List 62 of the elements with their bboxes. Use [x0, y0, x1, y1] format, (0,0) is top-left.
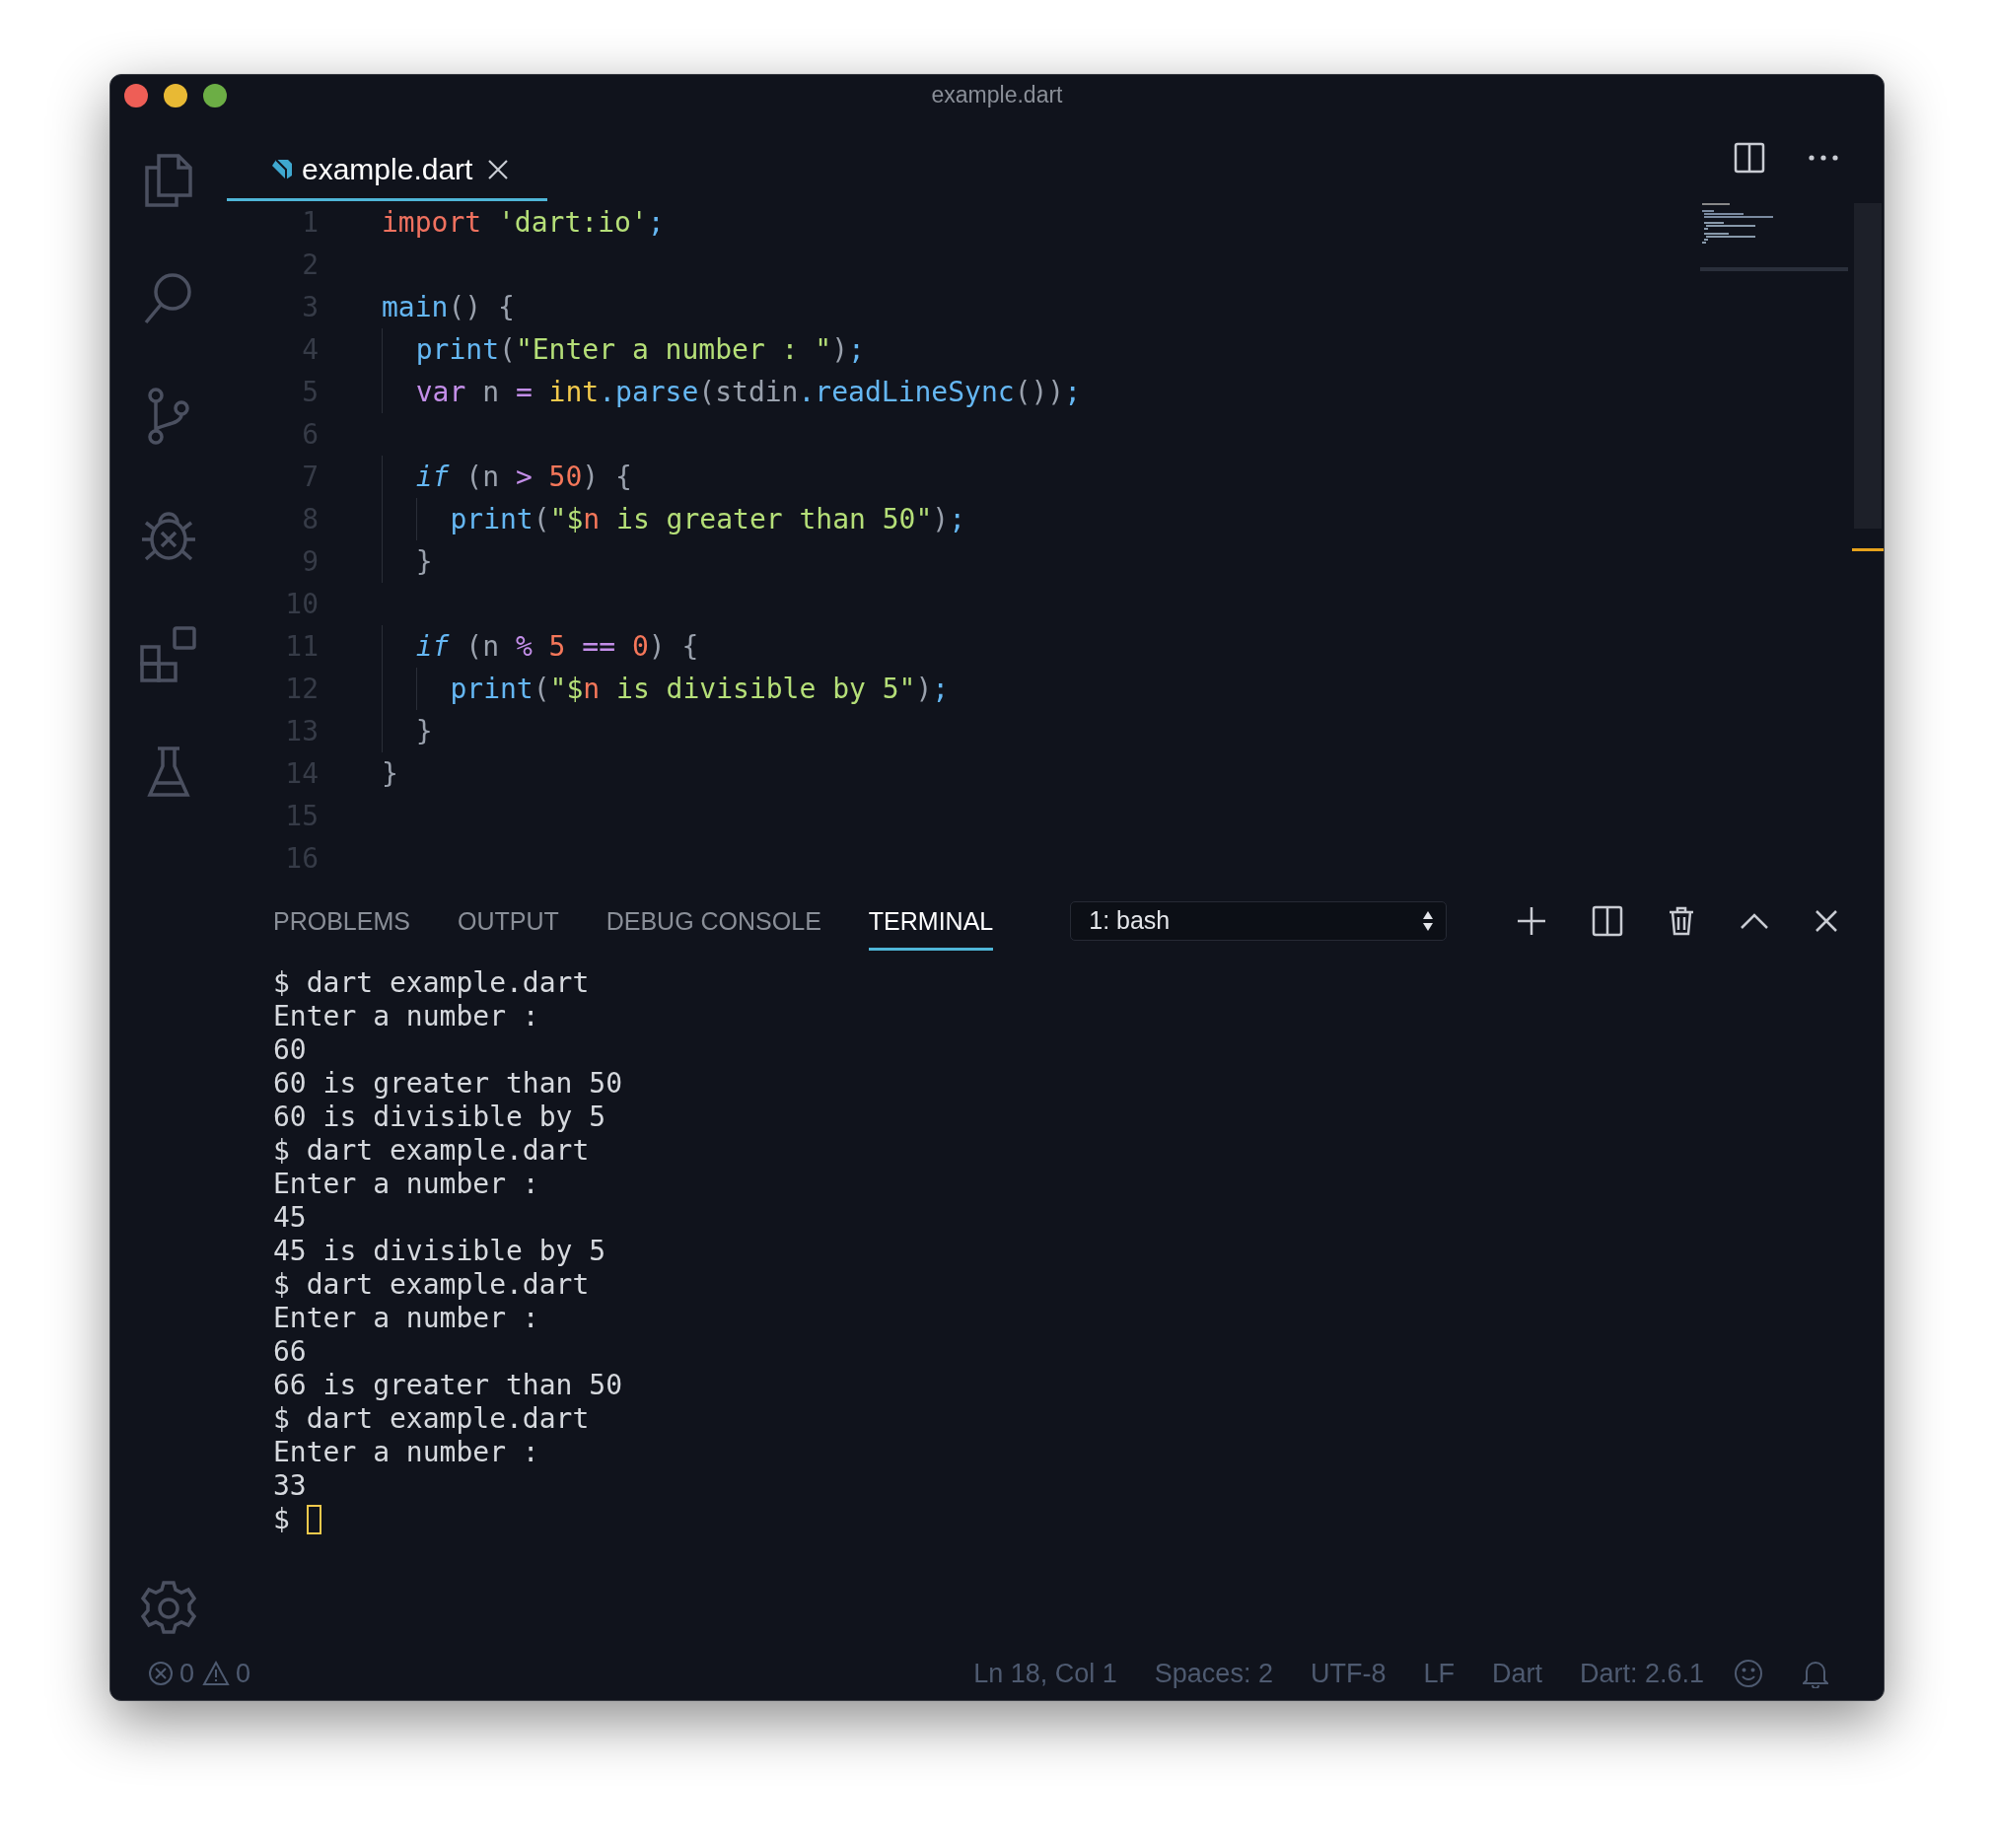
error-count[interactable]: 0: [179, 1653, 195, 1694]
terminal-line: $ dart example.dart: [273, 1268, 591, 1302]
more-actions-icon[interactable]: [1809, 155, 1838, 161]
terminal-line: $ dart example.dart: [273, 966, 591, 1000]
window-title: example.dart: [931, 80, 1063, 109]
status-item[interactable]: LF: [1423, 1653, 1455, 1694]
close-tab-icon[interactable]: [488, 159, 509, 179]
terminal-line: 60 is divisible by 5: [273, 1101, 607, 1134]
code-line: print("$n is divisible by 5");: [382, 668, 950, 710]
warning-count[interactable]: 0: [236, 1653, 251, 1694]
panel-tab[interactable]: TERMINAL: [868, 891, 994, 951]
error-icon[interactable]: [148, 1661, 174, 1686]
code-line: }: [382, 540, 433, 583]
terminal-line: Enter a number :: [273, 1000, 540, 1033]
status-item[interactable]: Dart: 2.6.1: [1579, 1653, 1704, 1694]
terminal-prompt: $: [273, 1502, 290, 1537]
terminal-line: Enter a number :: [273, 1436, 540, 1469]
status-item[interactable]: Ln 18, Col 1: [973, 1653, 1117, 1694]
minimize-window-button[interactable]: [164, 84, 187, 107]
close-icon[interactable]: [1815, 909, 1838, 933]
terminal-line: Enter a number :: [273, 1302, 540, 1335]
close-window-button[interactable]: [124, 84, 148, 107]
code-line: print("$n is greater than 50");: [382, 498, 966, 540]
updown-caret-icon: [1422, 910, 1435, 932]
terminal-line: 60: [273, 1033, 308, 1067]
terminal-selector[interactable]: 1: bash: [1070, 901, 1448, 941]
code-line: }: [382, 710, 433, 752]
warning-icon[interactable]: [202, 1661, 231, 1686]
trash-icon[interactable]: [1669, 906, 1694, 936]
status-item[interactable]: UTF-8: [1310, 1653, 1387, 1694]
editor-tab[interactable]: example.dart: [227, 140, 548, 201]
terminal-line: $ dart example.dart: [273, 1134, 591, 1168]
smiley-icon[interactable]: [1734, 1659, 1763, 1688]
terminal-line: 45 is divisible by 5: [273, 1235, 607, 1268]
panel-tab[interactable]: PROBLEMS: [273, 891, 410, 951]
code-line: var n = int.parse(stdin.readLineSync());: [382, 371, 1082, 413]
terminal-line: 66 is greater than 50: [273, 1369, 623, 1402]
maximize-window-button[interactable]: [203, 84, 227, 107]
add-icon[interactable]: [1517, 906, 1546, 936]
panel-tab[interactable]: OUTPUT: [457, 891, 559, 951]
code-line: main() {: [382, 289, 515, 325]
code-line: if (n % 5 == 0) {: [382, 625, 699, 668]
terminal-line: $ dart example.dart: [273, 1402, 591, 1436]
status-item[interactable]: Spaces: 2: [1154, 1653, 1273, 1694]
status-item[interactable]: Dart: [1491, 1653, 1542, 1694]
minimap[interactable]: [1700, 201, 1848, 272]
chevron-up-icon[interactable]: [1740, 912, 1769, 930]
terminal-line: 33: [273, 1469, 308, 1503]
code-line: if (n > 50) {: [382, 456, 632, 498]
scrollbar-marker: [1852, 548, 1884, 551]
split-terminal-icon[interactable]: [1592, 905, 1623, 937]
code-line: }: [382, 755, 398, 792]
panel-tab[interactable]: DEBUG CONSOLE: [605, 891, 821, 951]
terminal-line: 45: [273, 1201, 308, 1235]
terminal-line: Enter a number :: [273, 1168, 540, 1201]
code-line: print("Enter a number : ");: [382, 328, 865, 371]
terminal-line: 66: [273, 1335, 308, 1369]
dart-file-icon: [270, 157, 294, 181]
code-line: import 'dart:io';: [382, 204, 665, 241]
bell-icon[interactable]: [1803, 1659, 1828, 1688]
terminal-line: 60 is greater than 50: [273, 1067, 623, 1101]
split-editor-icon[interactable]: [1734, 142, 1765, 174]
